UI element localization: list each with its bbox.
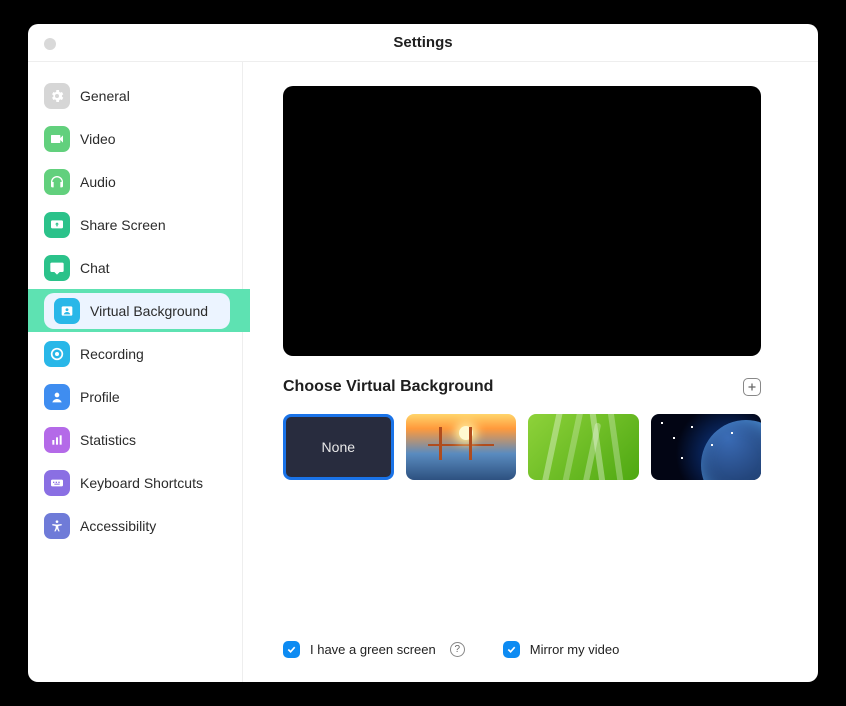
- mirror-video-label: Mirror my video: [530, 642, 620, 657]
- sidebar-item-label: Keyboard Shortcuts: [80, 475, 203, 491]
- sidebar-item-label: Audio: [80, 174, 116, 190]
- sidebar-item-label: Chat: [80, 260, 110, 276]
- sidebar-item-label: Video: [80, 131, 116, 147]
- content-pane: Choose Virtual Background None I: [243, 62, 818, 682]
- add-background-button[interactable]: [743, 378, 761, 396]
- sidebar-item-label: Statistics: [80, 432, 136, 448]
- footer-options: I have a green screen ? Mirror my video: [283, 641, 782, 662]
- sidebar-item-accessibility[interactable]: Accessibility: [34, 504, 236, 547]
- headphones-icon: [44, 169, 70, 195]
- keyboard-icon: [44, 470, 70, 496]
- sidebar-item-statistics[interactable]: Statistics: [34, 418, 236, 461]
- sidebar-item-label: Profile: [80, 389, 120, 405]
- sidebar-item-share-screen[interactable]: Share Screen: [34, 203, 236, 246]
- section-header: Choose Virtual Background: [283, 378, 761, 396]
- sidebar-item-label: Recording: [80, 346, 144, 362]
- stats-icon: [44, 427, 70, 453]
- titlebar: Settings: [28, 24, 818, 62]
- mirror-video-checkbox[interactable]: [503, 641, 520, 658]
- profile-icon: [44, 384, 70, 410]
- sidebar-item-virtual-background[interactable]: Virtual Background: [28, 289, 250, 332]
- sidebar: General Video Audio Share Screen: [28, 62, 243, 682]
- sidebar-item-label: Share Screen: [80, 217, 166, 233]
- green-screen-option: I have a green screen ?: [283, 641, 465, 658]
- bg-option-space[interactable]: [651, 414, 761, 480]
- sidebar-item-video[interactable]: Video: [34, 117, 236, 160]
- accessibility-icon: [44, 513, 70, 539]
- sidebar-item-general[interactable]: General: [34, 74, 236, 117]
- sidebar-item-label: Accessibility: [80, 518, 156, 534]
- chat-icon: [44, 255, 70, 281]
- video-preview: [283, 86, 761, 356]
- sidebar-item-recording[interactable]: Recording: [34, 332, 236, 375]
- green-screen-label: I have a green screen: [310, 642, 436, 657]
- share-screen-icon: [44, 212, 70, 238]
- gear-icon: [44, 83, 70, 109]
- sidebar-item-chat[interactable]: Chat: [34, 246, 236, 289]
- sidebar-item-profile[interactable]: Profile: [34, 375, 236, 418]
- background-options: None: [283, 414, 761, 480]
- bg-option-grass[interactable]: [528, 414, 638, 480]
- close-traffic-light[interactable]: [44, 38, 56, 50]
- sidebar-item-label: Virtual Background: [90, 303, 208, 319]
- window-title: Settings: [28, 34, 818, 51]
- window-body: General Video Audio Share Screen: [28, 62, 818, 682]
- sidebar-item-keyboard-shortcuts[interactable]: Keyboard Shortcuts: [34, 461, 236, 504]
- camera-icon: [44, 126, 70, 152]
- settings-window: Settings General Video Audio: [28, 24, 818, 682]
- record-icon: [44, 341, 70, 367]
- green-screen-checkbox[interactable]: [283, 641, 300, 658]
- section-title: Choose Virtual Background: [283, 378, 493, 396]
- sidebar-item-label: General: [80, 88, 130, 104]
- help-icon[interactable]: ?: [450, 642, 465, 657]
- mirror-video-option: Mirror my video: [503, 641, 620, 658]
- bg-option-label: None: [322, 439, 355, 455]
- bg-option-none[interactable]: None: [283, 414, 394, 480]
- sidebar-item-audio[interactable]: Audio: [34, 160, 236, 203]
- virtual-bg-icon: [54, 298, 80, 324]
- bg-option-bridge[interactable]: [406, 414, 516, 480]
